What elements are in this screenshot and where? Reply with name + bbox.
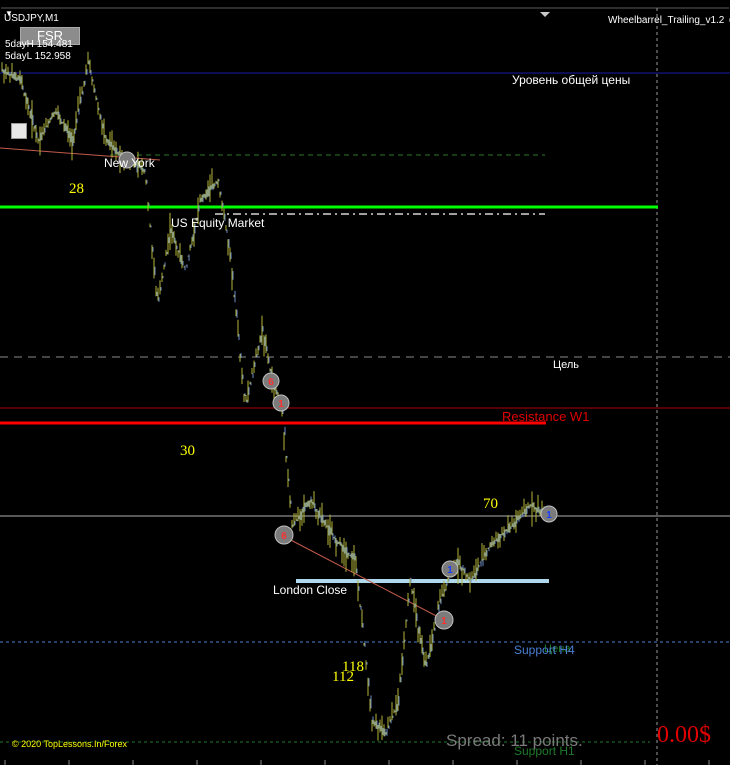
- pips-count: 112: [332, 669, 354, 685]
- us-equity-label: US Equity Market: [171, 216, 265, 230]
- profit-label: 0.00$: [657, 722, 711, 748]
- symbol-label: USDJPY,M1: [4, 13, 59, 24]
- common-price-label: Уровень общей цены: [512, 73, 631, 87]
- trade-marker-label: 1: [447, 565, 453, 576]
- target-label: Цель: [553, 359, 580, 371]
- london-close-label: London Close: [273, 583, 348, 597]
- trade-marker[interactable]: 1: [540, 505, 558, 523]
- price-chart[interactable]: 6 1 6 1 1 1: [0, 0, 730, 765]
- trade-marker[interactable]: 1: [272, 394, 290, 412]
- new-york-label: New York: [104, 156, 155, 170]
- trade-marker-label: 6: [268, 377, 274, 388]
- trade-marker[interactable]: 1: [434, 610, 454, 630]
- trade-marker[interactable]: 6: [274, 525, 294, 545]
- five-day-low: 5dayL 152.958: [5, 51, 71, 62]
- trade-marker-label: 6: [281, 531, 287, 542]
- five-day-high: 5dayH 154.481: [5, 39, 73, 50]
- trade-marker[interactable]: 6: [262, 372, 280, 390]
- trade-marker-label: 1: [441, 616, 447, 627]
- trade-marker-label: 1: [546, 510, 552, 521]
- support-h4-label: Support H4: [514, 643, 575, 657]
- spread-label: Spread: 11 points.: [446, 731, 583, 750]
- panel-toggle-checkbox[interactable]: [11, 123, 27, 139]
- expert-advisor-label: Wheelbarrel_Trailing_v1.2 ☺: [608, 15, 730, 26]
- pips-count: 28: [69, 181, 84, 197]
- resistance-label: Resistance W1: [502, 409, 590, 424]
- copyright-label: © 2020 TopLessons.In/Forex: [12, 739, 128, 749]
- trade-marker-label: 1: [278, 399, 284, 410]
- chart-background: [0, 0, 730, 765]
- trade-marker[interactable]: 1: [441, 560, 459, 578]
- pips-count: 70: [483, 496, 498, 512]
- pips-count: 30: [180, 443, 195, 459]
